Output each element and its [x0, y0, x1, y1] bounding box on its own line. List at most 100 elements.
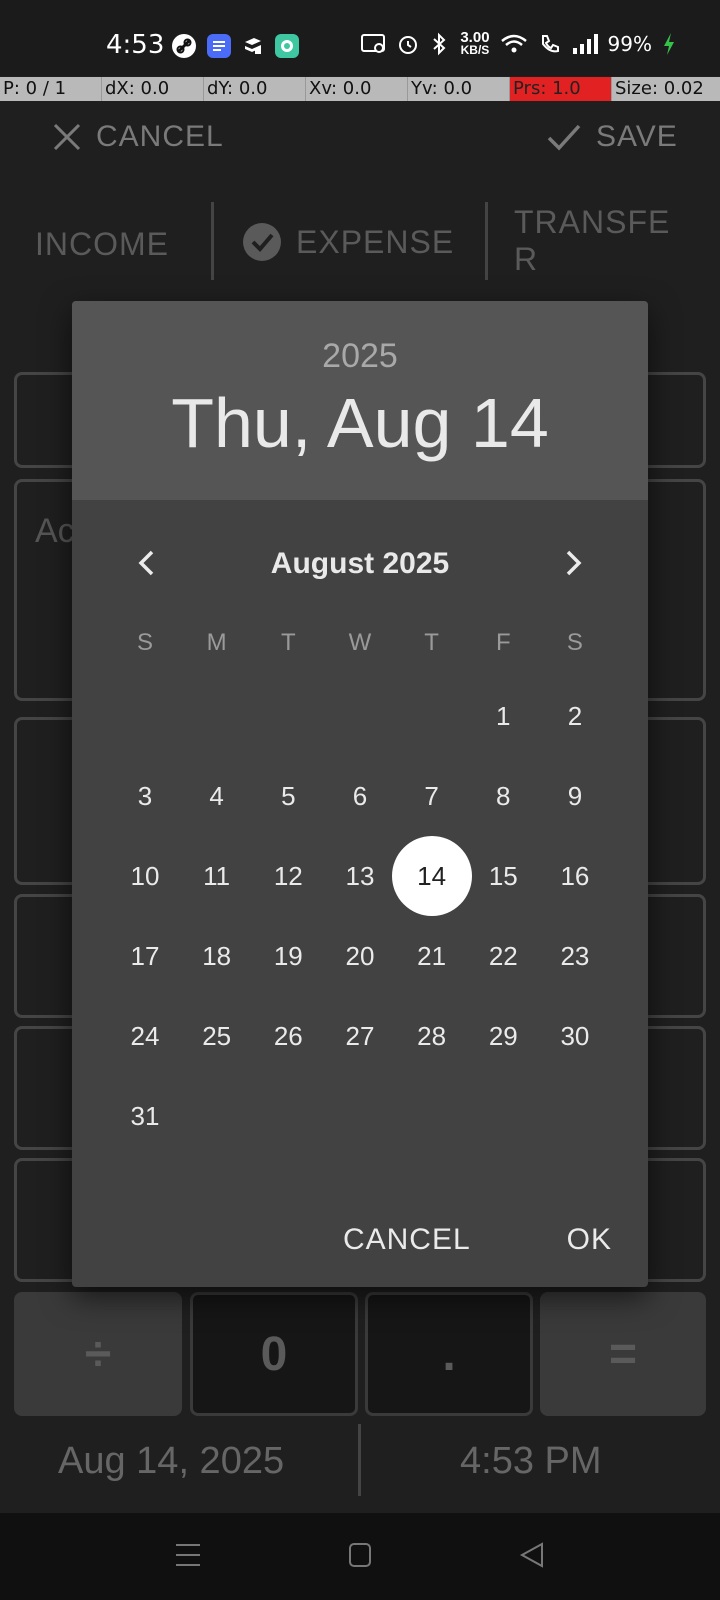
calendar-day[interactable]: 28 — [397, 996, 467, 1076]
calendar-week: 12 — [110, 676, 610, 756]
calendar-day-selected[interactable]: 14 — [391, 836, 472, 916]
weekday-label: T — [280, 629, 296, 656]
tab-transfer[interactable]: TRANSFE R — [514, 204, 670, 278]
tab-expense[interactable]: EXPENSE — [242, 222, 454, 262]
weekday-label: S — [566, 629, 583, 656]
calendar-day[interactable]: 17 — [110, 916, 180, 996]
dialog-ok-button[interactable]: OK — [567, 1223, 612, 1257]
pointer-pressure: Prs: 1.0 — [510, 77, 612, 101]
calendar-day[interactable]: 29 — [468, 996, 538, 1076]
calendar-day-number: 21 — [417, 940, 447, 971]
calendar-week: 31 — [110, 1076, 610, 1156]
layers-app-icon — [241, 34, 265, 58]
calendar-day[interactable]: 16 — [540, 836, 610, 916]
calendar-day-number: 15 — [488, 860, 518, 891]
calendar-day[interactable]: 6 — [325, 756, 395, 836]
calendar-day[interactable]: 30 — [540, 996, 610, 1076]
check-circle-icon — [243, 223, 281, 261]
calendar-day[interactable]: 10 — [110, 836, 180, 916]
home-icon[interactable] — [348, 1542, 372, 1568]
status-bar: 4:53 3.00 KB/S 99% — [0, 0, 720, 76]
tab-expense-label: EXPENSE — [296, 223, 455, 260]
weekday-label: M — [206, 629, 227, 656]
calendar-day[interactable]: 15 — [468, 836, 538, 916]
weekday-label: W — [348, 629, 372, 656]
calendar-day[interactable]: 12 — [253, 836, 323, 916]
decimal-key[interactable]: . — [365, 1292, 533, 1416]
save-action[interactable]: SAVE — [546, 120, 678, 154]
calendar-day[interactable]: 26 — [253, 996, 323, 1076]
calendar-day[interactable]: 23 — [540, 916, 610, 996]
net-speed-unit: KB/S — [460, 43, 490, 57]
calendar-day[interactable]: 27 — [325, 996, 395, 1076]
docs-app-icon — [207, 34, 231, 58]
calendar-day[interactable]: 13 — [325, 836, 395, 916]
divide-key[interactable]: ÷ — [14, 1292, 182, 1416]
tab-income[interactable]: INCOME — [35, 226, 169, 263]
calendar-day[interactable]: 5 — [253, 756, 323, 836]
calendar-day[interactable]: 31 — [110, 1076, 180, 1156]
tab-divider — [211, 202, 214, 280]
calendar-week: 24 25 26 27 28 29 30 — [110, 996, 610, 1076]
cast-icon — [361, 34, 386, 53]
calendar-day-number: 22 — [488, 940, 518, 971]
system-nav-bar — [0, 1513, 720, 1600]
calendar-day[interactable]: 4 — [182, 756, 252, 836]
calendar-day-number: 28 — [417, 1020, 447, 1051]
date-picker-header: 2025 Thu, Aug 14 — [72, 301, 648, 500]
equals-key[interactable]: = — [540, 1292, 706, 1416]
link-app-icon — [172, 34, 196, 58]
calendar-day[interactable]: 25 — [182, 996, 252, 1076]
alarm-icon — [399, 36, 418, 54]
wifi-icon — [500, 34, 527, 53]
calendar-day[interactable]: 11 — [182, 836, 252, 916]
pointer-xv: Xv: 0.0 — [306, 77, 408, 101]
zero-key[interactable]: 0 — [190, 1292, 358, 1416]
transaction-time[interactable]: 4:53 PM — [460, 1440, 602, 1483]
transaction-date[interactable]: Aug 14, 2025 — [58, 1440, 284, 1483]
cancel-label: CANCEL — [96, 120, 224, 153]
bluetooth-icon — [433, 32, 446, 56]
calendar-day-number: 5 — [281, 780, 296, 811]
pointer-dy: dY: 0.0 — [204, 77, 306, 101]
calendar-day[interactable]: 1 — [468, 676, 538, 756]
date-picker-dialog: 2025 Thu, Aug 14 August 2025 S M T W T F… — [72, 301, 648, 1287]
calendar-day-number: 1 — [496, 700, 511, 731]
calendar-day-number: 16 — [560, 860, 590, 891]
calendar-day-number: 29 — [488, 1020, 518, 1051]
calendar-day[interactable]: 22 — [468, 916, 538, 996]
dialog-cancel-button[interactable]: CANCEL — [343, 1223, 471, 1257]
calendar-day-number: 3 — [137, 780, 153, 811]
tab-transfer-line2: R — [514, 241, 539, 277]
tab-transfer-line1: TRANSFE — [514, 204, 671, 240]
status-right-icons: 3.00 KB/S 99% — [360, 30, 676, 57]
next-month-button[interactable] — [546, 535, 602, 591]
pointer-size: Size: 0.02 — [615, 78, 704, 99]
cancel-action[interactable]: CANCEL — [52, 120, 224, 154]
calendar-day-number: 8 — [496, 780, 511, 811]
battery-percent: 99% — [607, 32, 652, 56]
back-icon[interactable] — [519, 1541, 545, 1569]
calendar-day-number: 30 — [560, 1020, 590, 1051]
calendar-day-number: 4 — [209, 780, 224, 811]
calendar-day[interactable]: 18 — [182, 916, 252, 996]
calendar-week: 3 4 5 6 7 8 9 — [110, 756, 610, 836]
menu-icon[interactable] — [174, 1541, 202, 1569]
calendar-day-number: 12 — [273, 860, 303, 891]
year-label[interactable]: 2025 — [72, 337, 648, 376]
pointer-count: P: 0 / 1 — [0, 77, 102, 101]
calendar-day[interactable]: 3 — [110, 756, 180, 836]
calendar-day[interactable]: 24 — [110, 996, 180, 1076]
calendar-day[interactable]: 20 — [325, 916, 395, 996]
calendar-day[interactable]: 2 — [540, 676, 610, 756]
calendar-week: 17 18 19 20 21 22 23 — [110, 916, 610, 996]
calendar-day-number: 19 — [273, 940, 303, 971]
account-field-placeholder: Ac — [35, 512, 75, 550]
calendar-day[interactable]: 19 — [253, 916, 323, 996]
calendar-day-number: 18 — [202, 940, 232, 971]
chat-app-icon — [275, 34, 299, 58]
calendar-day[interactable]: 21 — [397, 916, 467, 996]
calendar-day[interactable]: 7 — [397, 756, 467, 836]
calendar-day[interactable]: 9 — [540, 756, 610, 836]
calendar-day[interactable]: 8 — [468, 756, 538, 836]
